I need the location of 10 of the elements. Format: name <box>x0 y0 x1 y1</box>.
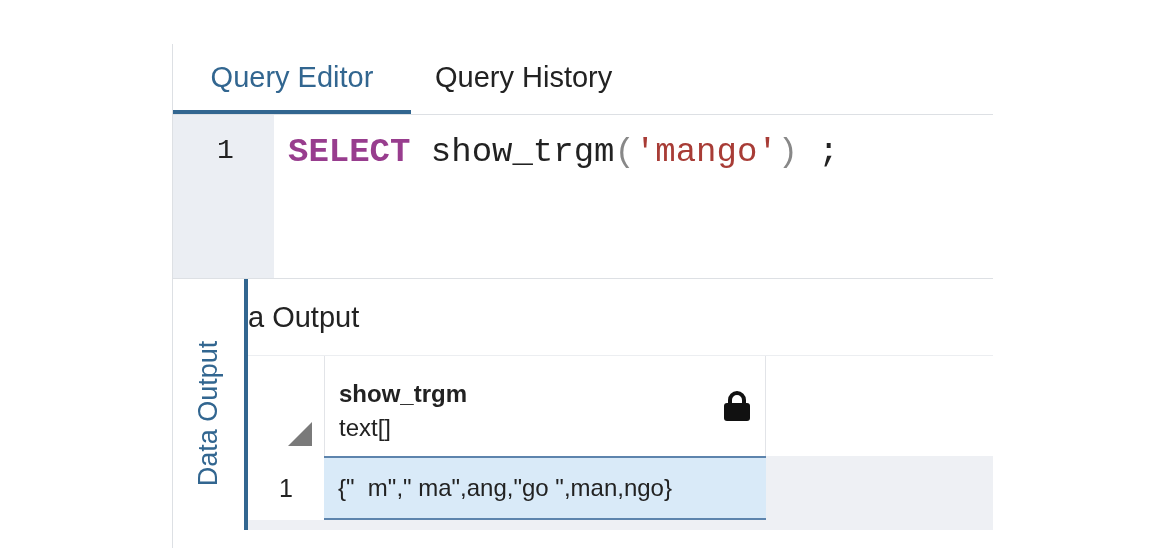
tab[interactable]: Query History <box>411 44 637 114</box>
row-number: 1 <box>278 472 294 504</box>
sort-triangle-icon <box>288 422 312 446</box>
column-name: show_trgm <box>339 380 467 408</box>
column-type: text[] <box>339 414 393 442</box>
table-cell[interactable]: {" m"," ma",ang,"go ",man,ngo} <box>324 456 766 520</box>
side-tab[interactable]: Data Output <box>193 340 224 487</box>
panel-title: a Output <box>248 300 360 334</box>
code-line: SELECT show_trgm('mango') ; <box>288 133 839 171</box>
line-number: 1 <box>217 135 234 166</box>
